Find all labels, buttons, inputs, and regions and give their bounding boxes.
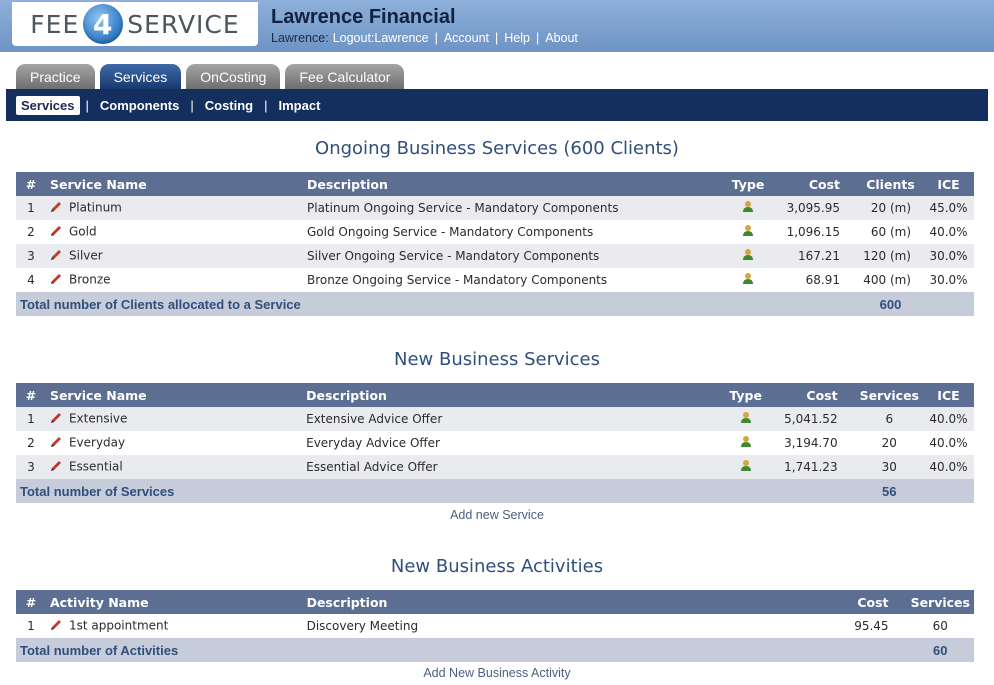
account-link[interactable]: Account (444, 31, 489, 45)
subnav-impact[interactable]: Impact (274, 96, 326, 115)
table-row: 1 Extensive Extensive Advice Offer 5,041… (16, 407, 974, 431)
total-row: Total number of Activities 60 (16, 638, 974, 662)
pencil-icon[interactable] (50, 272, 64, 288)
subnav-services[interactable]: Services (16, 95, 80, 115)
logo-text-right: SERVICE (127, 9, 240, 39)
person-icon (742, 272, 754, 288)
firm-name: Lawrence Financial (271, 6, 456, 28)
pencil-icon[interactable] (50, 200, 64, 216)
table-row: 2 Gold Gold Ongoing Service - Mandatory … (16, 220, 974, 244)
table-row: 3 Essential Essential Advice Offer 1,741… (16, 455, 974, 479)
logo-text-left: FEE (30, 9, 80, 39)
service-name[interactable]: Bronze (69, 273, 111, 287)
help-link[interactable]: Help (504, 31, 530, 45)
person-icon (742, 224, 754, 240)
service-name[interactable]: Gold (69, 225, 97, 239)
app-header: FEE 4 SERVICE Lawrence Financial Lawrenc… (0, 0, 994, 52)
pencil-icon[interactable] (50, 618, 64, 634)
total-services: 56 (855, 479, 923, 503)
person-icon (740, 435, 752, 451)
pencil-icon[interactable] (50, 224, 64, 240)
new-services-table: # Service Name Description Type Cost Ser… (16, 383, 974, 503)
activity-name[interactable]: 1st appointment (69, 619, 168, 633)
pencil-icon[interactable] (50, 411, 64, 427)
new-services-title: New Business Services (394, 349, 600, 370)
service-name[interactable]: Everyday (69, 436, 125, 450)
logo-globe-icon: 4 (83, 4, 124, 44)
sub-navigation: Services | Components | Costing | Impact (6, 89, 988, 121)
total-activities: 60 (906, 638, 974, 662)
service-name[interactable]: Extensive (69, 412, 127, 426)
user-links: Lawrence: Logout:Lawrence | Account | He… (271, 31, 578, 45)
total-clients: 600 (858, 292, 923, 316)
main-tabs: Practice Services OnCosting Fee Calculat… (16, 64, 405, 90)
person-icon (740, 411, 752, 427)
table-row: 1 Platinum Platinum Ongoing Service - Ma… (16, 196, 974, 220)
user-label: Lawrence: (271, 31, 329, 45)
total-row: Total number of Services 56 (16, 479, 974, 503)
service-name[interactable]: Silver (69, 249, 103, 263)
pencil-icon[interactable] (50, 435, 64, 451)
table-row: 4 Bronze Bronze Ongoing Service - Mandat… (16, 268, 974, 292)
service-name[interactable]: Platinum (69, 201, 122, 215)
table-row: 3 Silver Silver Ongoing Service - Mandat… (16, 244, 974, 268)
tab-fee-calculator[interactable]: Fee Calculator (285, 64, 405, 89)
tab-practice[interactable]: Practice (16, 64, 95, 89)
person-icon (742, 248, 754, 264)
about-link[interactable]: About (545, 31, 578, 45)
person-icon (742, 200, 754, 216)
activities-table: # Activity Name Description Cost Service… (16, 590, 974, 662)
person-icon (740, 459, 752, 475)
tab-oncosting[interactable]: OnCosting (186, 64, 281, 89)
subnav-components[interactable]: Components (95, 96, 184, 115)
table-row: 2 Everyday Everyday Advice Offer 3,194.7… (16, 431, 974, 455)
ongoing-services-table: # Service Name Description Type Cost Cli… (16, 172, 974, 316)
logo[interactable]: FEE 4 SERVICE (12, 2, 258, 46)
tab-services[interactable]: Services (99, 64, 182, 90)
table-header-row: # Service Name Description Type Cost Ser… (16, 383, 974, 407)
table-header-row: # Activity Name Description Cost Service… (16, 590, 974, 614)
table-row: 1 1st appointment Discovery Meeting 95.4… (16, 614, 974, 638)
total-row: Total number of Clients allocated to a S… (16, 292, 974, 316)
pencil-icon[interactable] (50, 248, 64, 264)
add-new-service-link[interactable]: Add new Service (0, 508, 994, 522)
activities-title: New Business Activities (390, 556, 604, 577)
table-header-row: # Service Name Description Type Cost Cli… (16, 172, 974, 196)
ongoing-services-title: Ongoing Business Services (600 Clients) (315, 138, 679, 159)
pencil-icon[interactable] (50, 459, 64, 475)
subnav-costing[interactable]: Costing (200, 96, 258, 115)
logout-link[interactable]: Logout:Lawrence (333, 31, 429, 45)
add-new-activity-link[interactable]: Add New Business Activity (0, 666, 994, 680)
service-name[interactable]: Essential (69, 460, 123, 474)
